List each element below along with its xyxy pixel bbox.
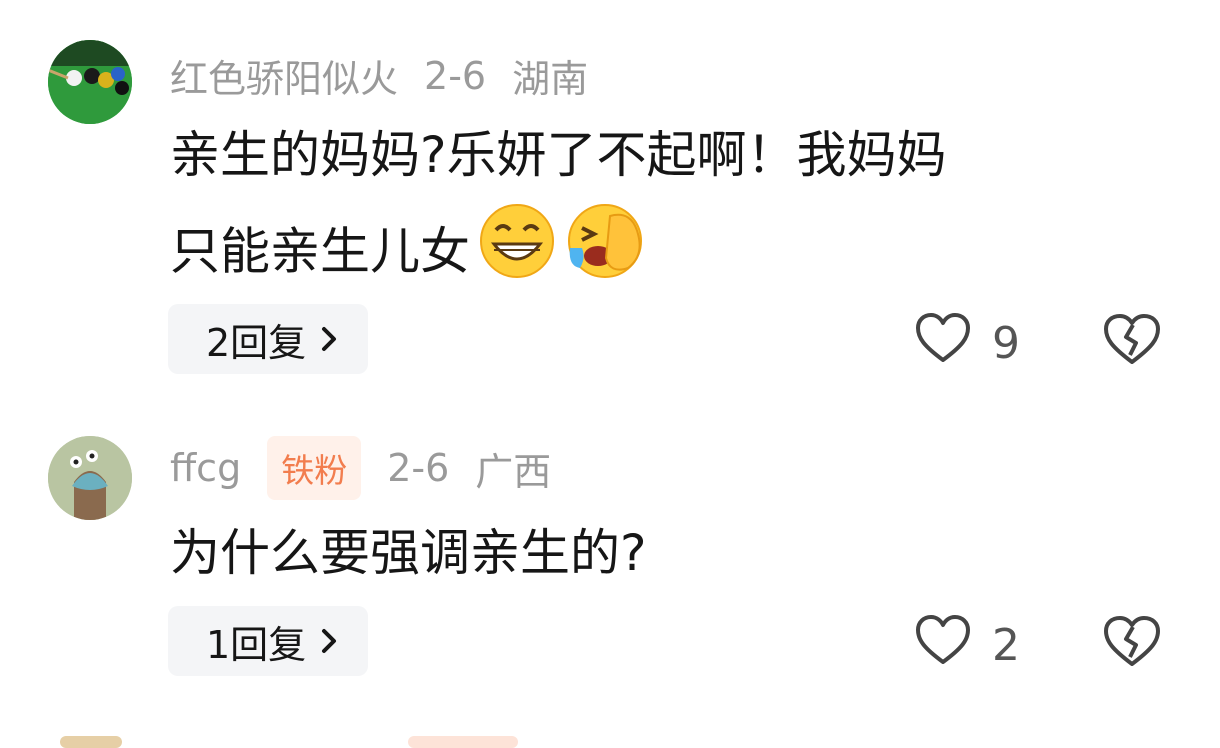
comment-date: 2-6 [424, 53, 487, 98]
cartoon-avatar-icon [48, 436, 132, 520]
comment-text-line: 亲生的妈妈?乐妍了不起啊！我妈妈 [170, 126, 947, 184]
comment-location: 广西 [475, 449, 552, 494]
view-replies-button[interactable]: 1回复 [168, 606, 369, 676]
heart-icon [914, 614, 972, 677]
comment-meta: ffcg 铁粉 2-6 广西 [170, 436, 551, 500]
like-count: 9 [992, 318, 1020, 369]
grinning-face-emoji-icon [476, 200, 558, 310]
next-comment-avatar-peek [60, 736, 122, 748]
billiards-avatar-icon [48, 40, 132, 124]
dislike-button[interactable] [1102, 614, 1162, 672]
comment-text: 为什么要强调亲生的? [170, 508, 1180, 598]
like-count: 2 [992, 620, 1020, 671]
broken-heart-icon [1102, 314, 1162, 370]
avatar[interactable] [48, 436, 132, 520]
laughing-tears-emoji-icon [564, 200, 646, 310]
next-comment-badge-peek [408, 736, 518, 748]
chevron-right-icon [320, 627, 340, 655]
like-button[interactable]: 9 [914, 312, 1020, 375]
heart-icon [914, 312, 972, 375]
view-replies-button[interactable]: 2回复 [168, 304, 369, 374]
comment-date: 2-6 [387, 446, 450, 490]
replies-label: 1回复 [206, 622, 307, 667]
avatar[interactable] [48, 40, 132, 124]
comment-text-line-2: 只能亲生儿女 [170, 200, 1180, 310]
comment-meta: 红色骄阳似火 2-6 湖南 [170, 48, 588, 103]
like-button[interactable]: 2 [914, 614, 1020, 677]
comment-text-line: 为什么要强调亲生的? [170, 524, 647, 582]
username[interactable]: 红色骄阳似火 [170, 48, 398, 103]
comment-item: 红色骄阳似火 2-6 湖南 亲生的妈妈?乐妍了不起啊！我妈妈 只能亲生儿女 2回… [0, 0, 1220, 400]
comment-text: 亲生的妈妈?乐妍了不起啊！我妈妈 只能亲生儿女 [170, 110, 1180, 310]
username[interactable]: ffcg [170, 446, 241, 490]
comment-location: 湖南 [512, 57, 589, 101]
replies-label: 2回复 [206, 320, 307, 365]
chevron-right-icon [320, 325, 340, 353]
fan-badge: 铁粉 [267, 436, 362, 500]
dislike-button[interactable] [1102, 312, 1162, 370]
comment-text-span: 只能亲生儿女 [170, 222, 470, 281]
comment-item: ffcg 铁粉 2-6 广西 为什么要强调亲生的? 1回复 2 [0, 400, 1220, 700]
broken-heart-icon [1102, 616, 1162, 672]
